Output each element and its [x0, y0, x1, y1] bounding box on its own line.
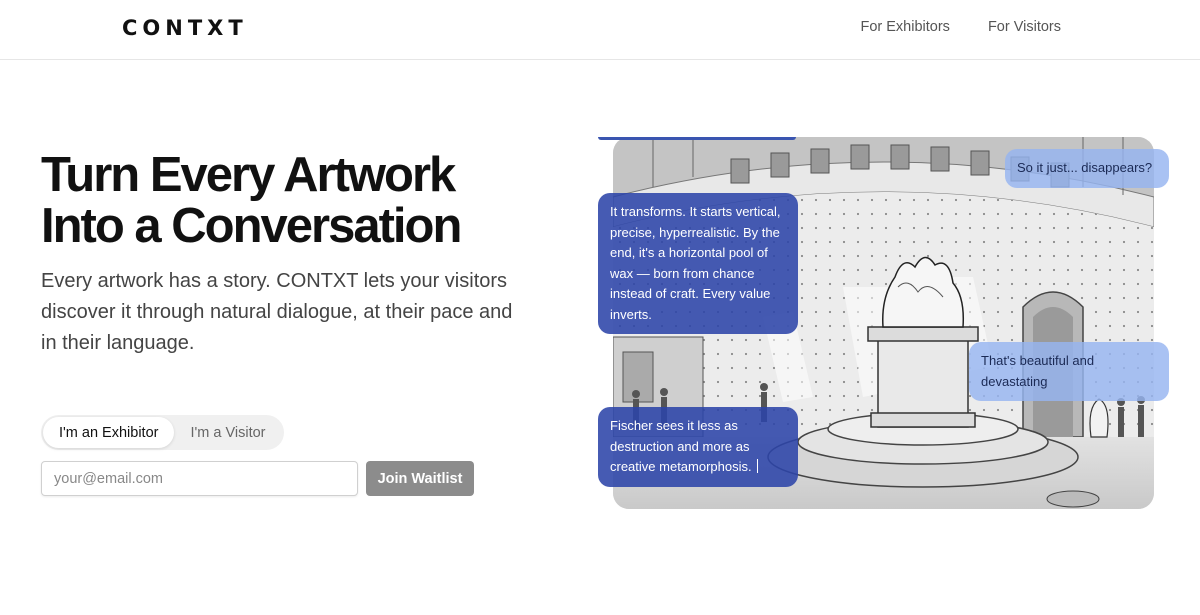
typing-cursor [756, 459, 758, 473]
chat-bubble-ai-1: It transforms. It starts vertical, preci… [598, 193, 798, 334]
title-line-1: Turn Every Artwork [41, 148, 456, 202]
join-waitlist-button[interactable]: Join Waitlist [366, 461, 474, 496]
nav-links: For Exhibitors For Visitors [860, 19, 1061, 35]
toggle-exhibitor-option[interactable]: I'm an Exhibitor [43, 417, 175, 448]
chat-bubble-ai-2-text: Fischer sees it less as destruction and … [610, 418, 752, 474]
role-toggle: I'm an Exhibitor I'm a Visitor [41, 415, 284, 450]
page-title: Turn Every Artwork Into a Conversation [41, 150, 561, 252]
nav-link-for-visitors[interactable]: For Visitors [988, 19, 1061, 35]
top-nav-bar: CONTXT For Exhibitors For Visitors [0, 0, 1200, 60]
chat-bubble-fragment [598, 137, 796, 140]
nav-link-for-exhibitors[interactable]: For Exhibitors [860, 19, 949, 35]
chat-bubble-user-2: That's beautiful and devastating [969, 342, 1169, 401]
email-input[interactable] [41, 461, 358, 496]
chat-bubble-user-1: So it just... disappears? [1005, 149, 1169, 188]
hero-subtitle: Every artwork has a story. CONTXT lets y… [41, 270, 513, 354]
title-line-2: Into a Conversation [41, 199, 462, 253]
toggle-visitor-option[interactable]: I'm a Visitor [174, 417, 281, 448]
chat-bubble-ai-2: Fischer sees it less as destruction and … [598, 407, 798, 487]
brand-logo[interactable]: CONTXT [122, 16, 248, 40]
